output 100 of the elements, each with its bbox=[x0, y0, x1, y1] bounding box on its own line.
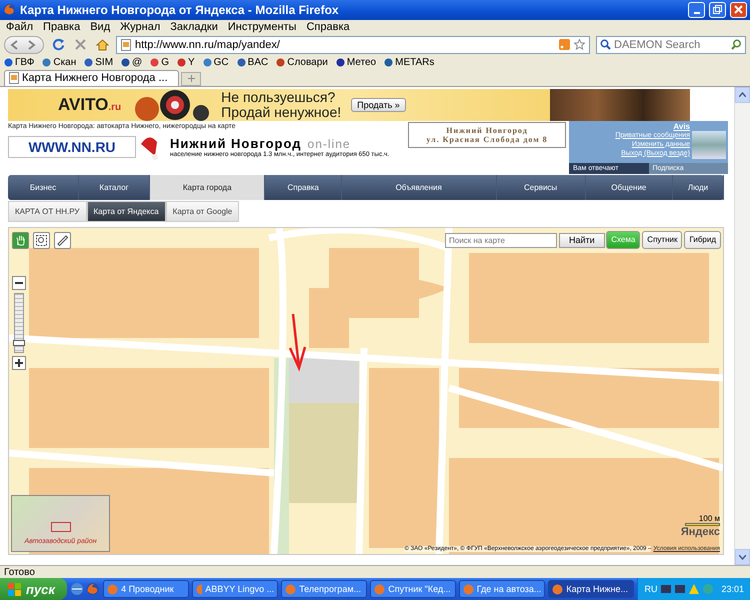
map-source-tab[interactable]: КАРТА ОТ НН.РУ bbox=[8, 200, 87, 222]
plus-icon bbox=[15, 358, 23, 367]
bookmark-link[interactable]: Y bbox=[176, 57, 195, 68]
menu-item[interactable]: Закладки bbox=[170, 20, 218, 33]
restore-icon bbox=[713, 5, 722, 14]
menu-item[interactable]: Правка bbox=[43, 20, 80, 33]
menu-item[interactable]: Вид bbox=[90, 20, 110, 33]
ad-text: Продай ненужное! bbox=[221, 104, 342, 120]
menu-item[interactable]: Файл bbox=[6, 20, 34, 33]
bookmark-link[interactable]: SIM bbox=[84, 57, 114, 68]
browser-tab[interactable]: Карта Нижнего Новгорода ... bbox=[4, 70, 179, 86]
plus-icon bbox=[188, 75, 194, 82]
hand-icon bbox=[15, 234, 26, 246]
map-type-button[interactable]: Спутник bbox=[642, 230, 682, 249]
map-source-tab[interactable]: Карта от Google bbox=[166, 200, 240, 222]
bookmark-icon bbox=[236, 58, 246, 68]
photo-placeholder bbox=[692, 130, 726, 159]
find-button[interactable]: Найти bbox=[559, 232, 605, 248]
bookmark-icon bbox=[384, 58, 394, 68]
firefox-icon bbox=[3, 3, 16, 16]
menu-item[interactable]: Инструменты bbox=[228, 20, 296, 33]
taskbar-button[interactable]: 4 Проводник bbox=[103, 580, 190, 598]
map-source-tab[interactable]: Карта от Яндекса bbox=[86, 200, 166, 222]
ruler-button[interactable] bbox=[54, 232, 71, 249]
bookmark-link[interactable]: G bbox=[150, 57, 169, 68]
app-icon bbox=[285, 584, 296, 594]
taskbar-button[interactable]: Телепрограм... bbox=[281, 580, 368, 598]
start-button[interactable]: пуск bbox=[0, 578, 67, 600]
back-forward-button[interactable] bbox=[4, 36, 44, 54]
bookmark-link[interactable]: METARs bbox=[384, 57, 434, 68]
search-box[interactable]: DAEMON Search bbox=[596, 36, 746, 54]
bookmark-link[interactable]: @ bbox=[121, 57, 142, 68]
url-text: http://www.nn.ru/map/yandex/ bbox=[135, 38, 281, 51]
zoom-slider-thumb[interactable] bbox=[13, 340, 25, 346]
zoom-out-button[interactable] bbox=[12, 276, 26, 290]
bookmark-link[interactable]: Словари bbox=[276, 57, 328, 68]
reload-icon[interactable] bbox=[50, 36, 66, 53]
bookmark-link[interactable]: Метео bbox=[336, 57, 376, 68]
app-icon bbox=[552, 584, 564, 594]
clock: 23:01 bbox=[721, 584, 744, 594]
menu-item[interactable]: Журнал bbox=[120, 20, 160, 33]
close-icon bbox=[734, 5, 743, 14]
map-type-button[interactable]: Гибрид bbox=[684, 230, 721, 249]
map-search-field[interactable]: Поиск на карте bbox=[445, 232, 557, 248]
windows-logo bbox=[8, 582, 22, 596]
bookmark-icon bbox=[202, 58, 212, 68]
hand-tool-button[interactable] bbox=[12, 232, 29, 249]
scale-bar bbox=[685, 522, 720, 526]
address-field[interactable]: http://www.nn.ru/map/yandex/ bbox=[116, 36, 590, 54]
tab-page-icon bbox=[9, 72, 19, 84]
zoom-in-button[interactable] bbox=[12, 356, 26, 370]
taskbar-button[interactable]: Карта Нижне... bbox=[548, 580, 634, 598]
taskbar-button[interactable]: Спутник "Кед... bbox=[370, 580, 456, 598]
sell-button[interactable]: Продать » bbox=[351, 98, 406, 112]
bookmark-link[interactable]: BAC bbox=[236, 57, 268, 68]
app-icon bbox=[374, 584, 386, 594]
address-ad[interactable]: Нижний Новгород ул. Красная Слобода дом 8 bbox=[408, 122, 566, 148]
bookmark-icon bbox=[84, 58, 94, 68]
site-logo[interactable]: WWW.NN.RU bbox=[8, 136, 136, 158]
app-icon bbox=[196, 584, 202, 594]
ad-text: Не пользуешься? bbox=[221, 90, 336, 105]
bookmark-icon bbox=[4, 58, 13, 68]
bookmark-icon bbox=[176, 58, 186, 68]
taskbar-button[interactable]: Где на автоза... bbox=[459, 580, 546, 598]
firefox-quicklaunch-icon bbox=[86, 582, 100, 596]
site-name: Нижний Новгород bbox=[170, 136, 302, 151]
zoom-area-button[interactable] bbox=[33, 232, 50, 249]
nav-tab[interactable]: Бизнес bbox=[8, 174, 79, 200]
zoom-area-icon bbox=[36, 234, 47, 246]
scroll-down-button[interactable] bbox=[735, 549, 750, 566]
nav-tab[interactable]: Люди bbox=[673, 174, 724, 200]
home-icon[interactable] bbox=[94, 36, 110, 53]
taskbar-button[interactable]: ABBYY Lingvo ... bbox=[192, 580, 278, 598]
bookmark-icon bbox=[276, 58, 286, 68]
search-icon[interactable] bbox=[731, 39, 742, 50]
nav-tab[interactable]: Карта города bbox=[150, 174, 266, 200]
ad-banner[interactable]: AVITO.ru Не пользуешься? Продай ненужное! Продать » bbox=[8, 88, 690, 121]
bookmark-link[interactable]: ГВФ bbox=[4, 57, 34, 68]
minimize-icon bbox=[694, 12, 700, 14]
nav-tab[interactable]: Сервисы bbox=[496, 174, 586, 200]
bookmark-link[interactable]: GC bbox=[202, 57, 229, 68]
new-tab-button[interactable] bbox=[181, 72, 201, 86]
bookmark-link[interactable]: Скан bbox=[42, 57, 76, 68]
nav-tab[interactable]: Общение bbox=[586, 174, 674, 200]
bookmark-icon bbox=[336, 58, 345, 68]
rss-icon[interactable] bbox=[559, 39, 570, 50]
menu-item[interactable]: Справка bbox=[306, 20, 350, 33]
close-button[interactable] bbox=[730, 2, 747, 18]
bookmark-icon bbox=[121, 58, 130, 68]
star-icon[interactable] bbox=[574, 39, 585, 50]
status-text: Готово bbox=[4, 566, 35, 578]
ad-logo: AVITO.ru bbox=[58, 94, 122, 115]
bookmark-icon bbox=[150, 58, 160, 68]
maximize-button[interactable] bbox=[709, 2, 726, 18]
browser-quicklaunch-icon[interactable] bbox=[70, 582, 84, 596]
app-icon bbox=[463, 584, 474, 594]
scroll-up-button[interactable] bbox=[735, 86, 750, 103]
minimize-button[interactable] bbox=[688, 2, 705, 18]
nav-tab[interactable]: Справка bbox=[265, 174, 342, 200]
nav-tab[interactable]: Объявления bbox=[342, 174, 497, 200]
